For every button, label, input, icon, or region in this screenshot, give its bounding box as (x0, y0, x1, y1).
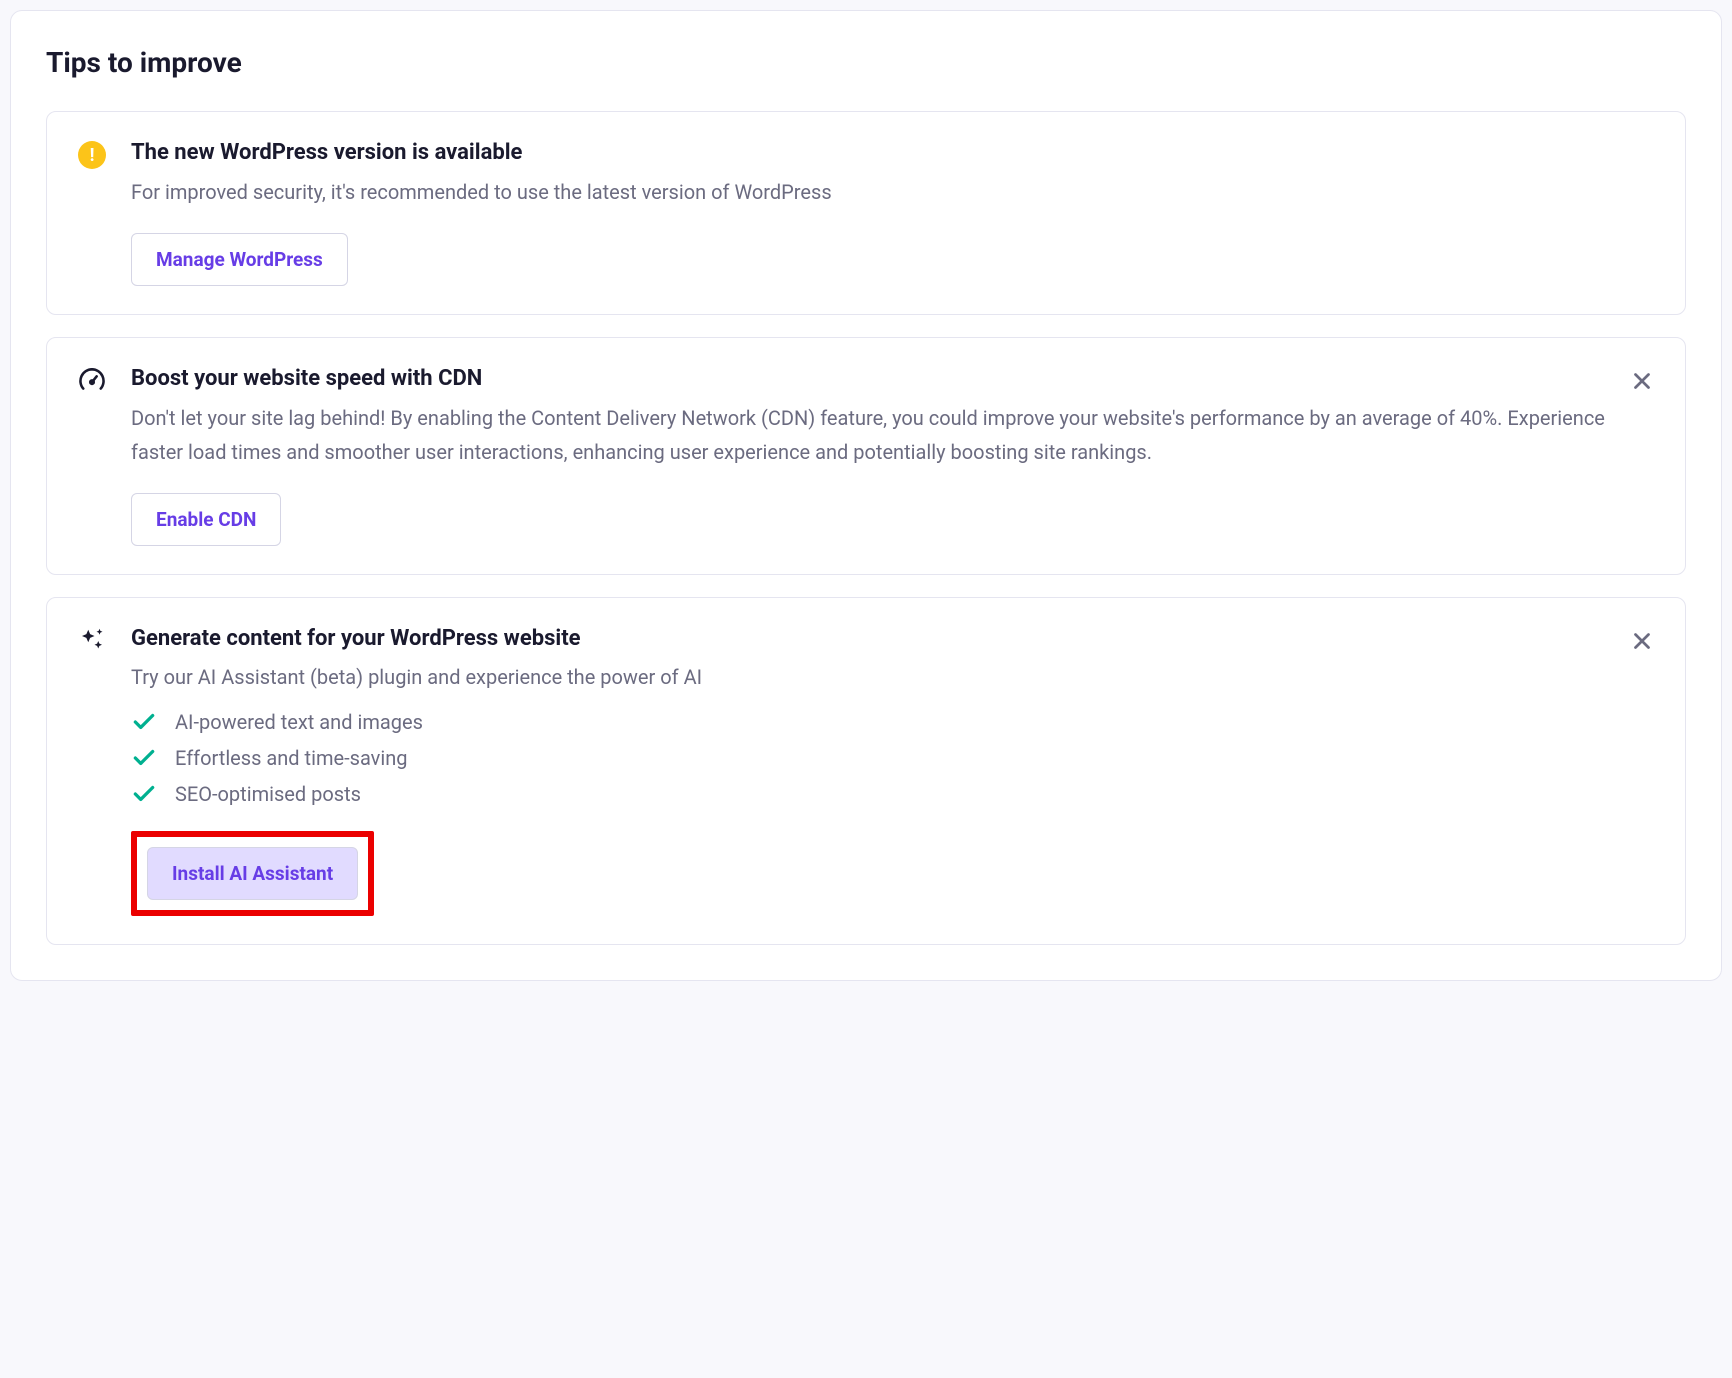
tip-description: Don't let your site lag behind! By enabl… (131, 401, 1655, 469)
tip-content: The new WordPress version is available F… (131, 140, 1655, 286)
tip-title: The new WordPress version is available (131, 140, 1655, 165)
tip-title: Generate content for your WordPress webs… (131, 626, 1655, 651)
tip-card-wordpress-update: ! The new WordPress version is available… (46, 111, 1686, 315)
check-icon (131, 745, 157, 771)
highlight-box: Install AI Assistant (131, 831, 374, 916)
feature-text: SEO-optimised posts (175, 782, 361, 806)
feature-item: AI-powered text and images (131, 709, 1655, 735)
manage-wordpress-button[interactable]: Manage WordPress (131, 233, 348, 286)
tip-card-cdn: Boost your website speed with CDN Don't … (46, 337, 1686, 575)
feature-list: AI-powered text and images Effortless an… (131, 709, 1655, 807)
speedometer-icon (77, 366, 107, 396)
feature-text: Effortless and time-saving (175, 746, 408, 770)
check-icon (131, 781, 157, 807)
tip-card-ai-assistant: Generate content for your WordPress webs… (46, 597, 1686, 945)
install-ai-assistant-button[interactable]: Install AI Assistant (147, 847, 358, 900)
check-icon (131, 709, 157, 735)
tips-panel: Tips to improve ! The new WordPress vers… (10, 10, 1722, 981)
tip-title: Boost your website speed with CDN (131, 366, 1655, 391)
close-icon (1629, 368, 1655, 394)
close-icon (1629, 628, 1655, 654)
section-title: Tips to improve (46, 46, 1686, 79)
warning-icon: ! (77, 140, 107, 170)
feature-item: SEO-optimised posts (131, 781, 1655, 807)
sparkles-icon (77, 626, 107, 656)
tip-content: Boost your website speed with CDN Don't … (131, 366, 1655, 546)
tip-subdescription: Try our AI Assistant (beta) plugin and e… (131, 661, 1655, 693)
tip-description: For improved security, it's recommended … (131, 175, 1655, 209)
feature-text: AI-powered text and images (175, 710, 423, 734)
feature-item: Effortless and time-saving (131, 745, 1655, 771)
enable-cdn-button[interactable]: Enable CDN (131, 493, 281, 546)
tip-content: Generate content for your WordPress webs… (131, 626, 1655, 916)
close-button[interactable] (1625, 624, 1659, 661)
close-button[interactable] (1625, 364, 1659, 401)
